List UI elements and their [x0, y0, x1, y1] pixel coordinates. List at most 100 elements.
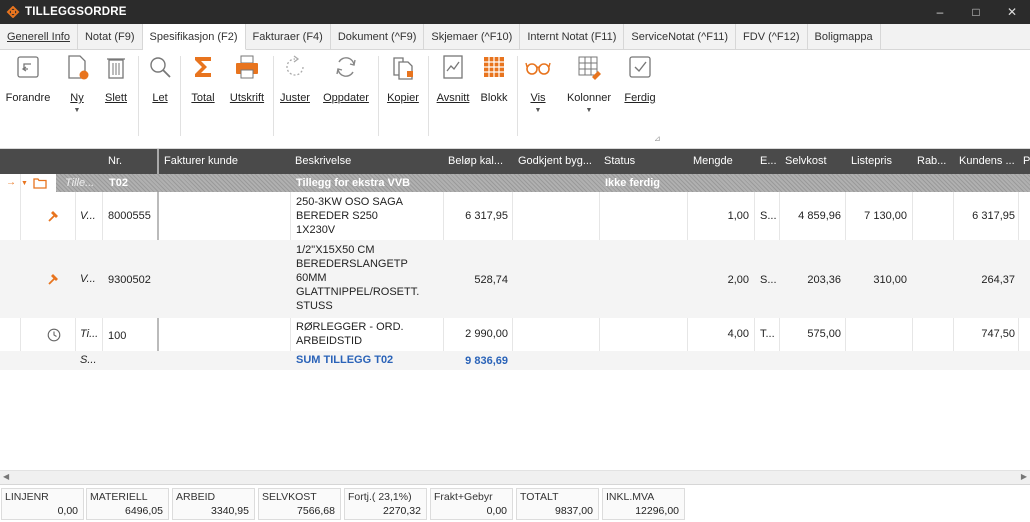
table-group-row[interactable]: Tille... T02 Tillegg for ekstra VVB Ikke… [56, 174, 1030, 192]
column-header-selvkost[interactable]: Selvkost [785, 149, 827, 174]
column-header-nr[interactable]: Nr. [108, 149, 122, 174]
tab-label: Skjemaer (^F10) [431, 31, 513, 43]
column-header-belop[interactable]: Beløp kal... [448, 149, 503, 174]
row-kundens: 264,37 [981, 274, 1015, 286]
scroll-right-icon[interactable]: ▶ [1021, 472, 1027, 481]
chart-document-icon [443, 55, 463, 79]
edit-icon [17, 56, 39, 78]
tab-notat[interactable]: Notat (F9) [78, 24, 143, 50]
table-row[interactable]: V... 9300502 1/2"X15X50 CM BEREDERSLANGE… [0, 240, 1030, 318]
refresh-icon [336, 57, 356, 77]
ribbon-expand-icon[interactable]: ⊿ [654, 134, 661, 143]
column-header-rab[interactable]: Rab... [917, 149, 946, 174]
tab-fakturaer[interactable]: Fakturaer (F4) [246, 24, 331, 50]
column-header-p[interactable]: P [1023, 149, 1030, 174]
total-label: Frakt+Gebyr [434, 491, 493, 503]
row-belop: 528,74 [474, 274, 508, 286]
tab-fdv[interactable]: FDV (^F12) [736, 24, 808, 50]
oppdater-button[interactable]: Oppdater [320, 50, 372, 104]
tab-dokument[interactable]: Dokument (^F9) [331, 24, 425, 50]
utskrift-button[interactable]: Utskrift [226, 50, 268, 104]
row-desc-line: RØRLEGGER - ORD. [296, 321, 404, 333]
total-label: MATERIELL [90, 491, 148, 503]
minimize-button[interactable]: – [922, 0, 958, 24]
column-header-beskrivelse[interactable]: Beskrivelse [295, 149, 351, 174]
total-inkl-mva: INKL.MVA 12296,00 [602, 488, 685, 520]
column-header-listepris[interactable]: Listepris [851, 149, 892, 174]
ny-button[interactable]: Ny ▼ [62, 50, 92, 114]
ribbon-separator [517, 56, 518, 136]
juster-label: Juster [280, 92, 310, 104]
column-header-kundens[interactable]: Kundens ... [959, 149, 1015, 174]
tab-label: Dokument (^F9) [337, 31, 417, 43]
expand-chevron-icon[interactable]: ▼ [21, 178, 28, 190]
row-mengde: 2,00 [727, 274, 749, 286]
scroll-left-icon[interactable]: ◀ [3, 472, 9, 481]
ferdig-button[interactable]: Ferdig [622, 50, 658, 104]
column-header-godkjent[interactable]: Godkjent byg... [518, 149, 592, 174]
horizontal-scrollbar[interactable]: ◀ ▶ [0, 470, 1030, 484]
forandre-button[interactable]: Forandre [4, 50, 52, 104]
total-value: 6496,05 [125, 505, 163, 517]
tab-generell-info[interactable]: Generell Info [0, 24, 78, 50]
juster-button[interactable]: Juster [279, 50, 311, 104]
total-label: SELVKOST [262, 491, 317, 503]
tab-servicenotat[interactable]: ServiceNotat (^F11) [624, 24, 737, 50]
row-type: Ti... [80, 328, 99, 340]
total-label: Total [191, 92, 215, 104]
row-beskrivelse: Tillegg for ekstra VVB [296, 177, 411, 189]
tab-label: Generell Info [7, 31, 70, 43]
row-mengde: 4,00 [727, 328, 749, 340]
total-materiell: MATERIELL 6496,05 [86, 488, 169, 520]
printer-icon [236, 55, 258, 79]
row-listepris: 310,00 [873, 274, 907, 286]
ribbon-separator [428, 56, 429, 136]
let-button[interactable]: Let [145, 50, 175, 104]
row-selvkost: 575,00 [807, 328, 841, 340]
tab-spesifikasjon[interactable]: Spesifikasjon (F2) [142, 24, 246, 50]
row-type: V... [80, 273, 96, 285]
total-label: ARBEID [176, 491, 216, 503]
kolonner-button[interactable]: Kolonner ▼ [564, 50, 614, 114]
kolonner-label: Kolonner [566, 92, 612, 104]
kopier-button[interactable]: Kopier [385, 50, 421, 104]
let-label: Let [152, 92, 168, 104]
total-selvkost: SELVKOST 7566,68 [258, 488, 341, 520]
app-logo-icon [6, 6, 20, 18]
close-button[interactable]: ✕ [994, 0, 1030, 24]
oppdater-label: Oppdater [323, 92, 369, 104]
row-desc-line: STUSS [296, 300, 333, 312]
title-bar: TILLEGGSORDRE – □ ✕ [0, 0, 1030, 24]
tab-skjemaer[interactable]: Skjemaer (^F10) [424, 24, 521, 50]
vis-label: Vis [530, 92, 546, 104]
tab-label: FDV (^F12) [743, 31, 800, 43]
blokk-button[interactable]: Blokk [478, 50, 510, 104]
tab-boligmappa[interactable]: Boligmappa [808, 24, 881, 50]
maximize-button[interactable]: □ [958, 0, 994, 24]
ribbon-separator [378, 56, 379, 136]
table-row[interactable]: V... 8000555 250-3KW OSO SAGA BEREDER S2… [0, 192, 1030, 240]
column-header-e[interactable]: E... [760, 149, 777, 174]
total-totalt: TOTALT 9837,00 [516, 488, 599, 520]
column-header-fakturer-kunde[interactable]: Fakturer kunde [164, 149, 238, 174]
row-desc-line: 60MM [296, 272, 327, 284]
total-label: INKL.MVA [606, 491, 655, 503]
total-label: TOTALT [520, 491, 559, 503]
slett-button[interactable]: Slett [100, 50, 132, 104]
glasses-icon [525, 62, 551, 75]
row-belop: 6 317,95 [465, 210, 508, 222]
blokk-label: Blokk [480, 92, 508, 104]
tab-internt-notat[interactable]: Internt Notat (F11) [520, 24, 625, 50]
copy-icon [393, 57, 413, 80]
row-desc-line: 1/2"X15X50 CM [296, 244, 375, 256]
total-button[interactable]: Total [187, 50, 219, 104]
column-header-status[interactable]: Status [604, 149, 635, 174]
column-header-mengde[interactable]: Mengde [693, 149, 733, 174]
search-icon [150, 57, 171, 78]
avsnitt-button[interactable]: Avsnitt [435, 50, 471, 104]
hammer-icon [48, 274, 58, 285]
table-sum-row[interactable]: S... SUM TILLEGG T02 9 836,69 [0, 351, 1030, 370]
table-row[interactable]: Ti... 100 RØRLEGGER - ORD. ARBEIDSTID 2 … [0, 318, 1030, 351]
vis-button[interactable]: Vis ▼ [522, 50, 554, 114]
column-divider [157, 149, 159, 174]
